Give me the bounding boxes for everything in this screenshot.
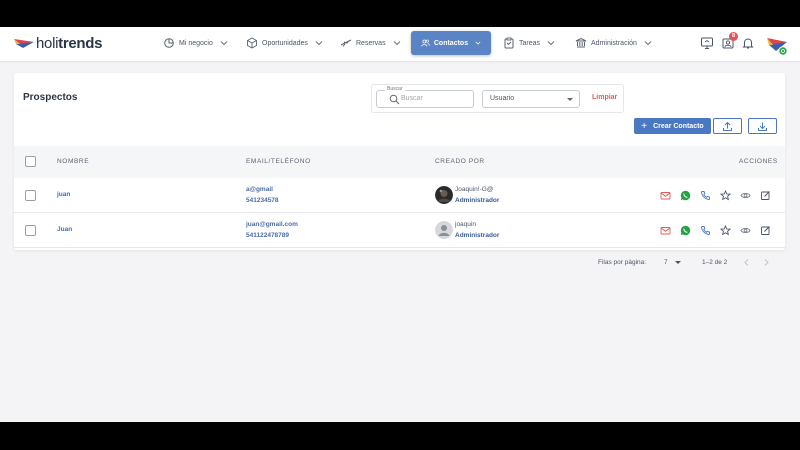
rows-per-page-value: 7 bbox=[664, 259, 668, 266]
table-header: Nombre Email/Teléfono Creado por Accione… bbox=[14, 146, 785, 178]
cube-icon bbox=[247, 37, 257, 49]
avatar-photo-icon bbox=[435, 186, 453, 204]
logo-text: holitrends bbox=[36, 34, 103, 52]
creator-avatar bbox=[435, 221, 453, 239]
creator-avatar bbox=[435, 186, 453, 204]
user-select[interactable]: Usuario bbox=[482, 90, 580, 108]
nav-administracion[interactable]: Administración bbox=[575, 31, 652, 55]
avatar-placeholder-icon bbox=[435, 221, 453, 239]
star-icon[interactable] bbox=[720, 190, 731, 201]
top-navbar: holitrends Mi negocio Oportunidades Rese… bbox=[0, 27, 800, 61]
select-all-checkbox[interactable] bbox=[25, 156, 36, 167]
whatsapp-icon[interactable] bbox=[680, 225, 691, 236]
star-icon[interactable] bbox=[720, 225, 731, 236]
table-row[interactable]: juan a@gmail 541234578 Joaquin!-G@ Admin… bbox=[14, 178, 785, 213]
create-contact-label: Crear Contacto bbox=[653, 122, 704, 130]
nav-tareas[interactable]: Tareas bbox=[503, 31, 555, 55]
nav-label: Tareas bbox=[519, 39, 541, 47]
rows-per-page-select[interactable]: 7 bbox=[664, 259, 682, 266]
user-select-value: Usuario bbox=[490, 95, 515, 102]
column-header-acciones: Acciones bbox=[739, 158, 778, 165]
creator-name: joaquin bbox=[455, 221, 476, 228]
chevron-down-icon bbox=[393, 41, 400, 46]
whatsapp-icon[interactable] bbox=[680, 190, 691, 201]
edit-icon[interactable] bbox=[760, 225, 771, 236]
pagination-range: 1–2 de 2 bbox=[702, 259, 728, 266]
logo[interactable]: holitrends bbox=[14, 33, 103, 53]
contact-name[interactable]: juan bbox=[57, 191, 70, 198]
creator-role: Administrador bbox=[455, 197, 500, 204]
rows-per-page-label: Filas por página: bbox=[598, 259, 647, 266]
phone-icon[interactable] bbox=[700, 190, 711, 201]
column-header-nombre[interactable]: Nombre bbox=[57, 158, 89, 165]
search-label: Buscar bbox=[385, 86, 405, 92]
page-title: Prospectos bbox=[23, 92, 78, 103]
row-checkbox[interactable] bbox=[25, 225, 36, 236]
logo-mark-icon bbox=[14, 39, 34, 48]
column-header-email[interactable]: Email/Teléfono bbox=[246, 158, 311, 165]
search-icon bbox=[389, 94, 400, 105]
eye-icon[interactable] bbox=[740, 225, 751, 236]
email-icon[interactable] bbox=[660, 190, 671, 201]
notification-badge: 8 bbox=[729, 32, 738, 41]
bank-icon bbox=[575, 37, 587, 48]
airplane-icon bbox=[340, 39, 352, 47]
phone-icon[interactable] bbox=[700, 225, 711, 236]
row-checkbox[interactable] bbox=[25, 190, 36, 201]
nav-label: Contactos bbox=[433, 39, 469, 47]
nav-contactos[interactable]: Contactos bbox=[411, 31, 491, 55]
download-icon bbox=[758, 122, 767, 131]
caret-down-icon bbox=[567, 98, 573, 101]
table-row[interactable]: Juan juan@gmail.com 541122478789 joaquin… bbox=[14, 213, 785, 248]
creator-role: Administrador bbox=[455, 232, 500, 239]
chevron-left-icon[interactable] bbox=[742, 258, 751, 267]
chevron-down-icon bbox=[547, 41, 555, 46]
users-icon bbox=[421, 39, 430, 47]
prospects-card: Prospectos Buscar Buscar Usuario Limpiar… bbox=[14, 73, 785, 266]
edit-icon[interactable] bbox=[760, 190, 771, 201]
contact-email[interactable]: juan@gmail.com bbox=[246, 221, 298, 228]
contact-name[interactable]: Juan bbox=[57, 226, 72, 233]
email-icon[interactable] bbox=[660, 225, 671, 236]
nav-label: Oportunidades bbox=[262, 39, 308, 47]
eye-icon[interactable] bbox=[740, 190, 751, 201]
search-placeholder: Buscar bbox=[401, 95, 423, 102]
nav-label: Administración bbox=[591, 39, 637, 47]
contact-phone[interactable]: 541234578 bbox=[246, 197, 279, 204]
monitor-icon[interactable] bbox=[700, 36, 714, 50]
plus-icon: + bbox=[641, 120, 648, 132]
creator-name: Joaquin!-G@ bbox=[455, 186, 494, 193]
chevron-down-icon bbox=[220, 41, 228, 46]
contact-phone[interactable]: 541122478789 bbox=[246, 232, 289, 239]
upload-icon bbox=[723, 121, 732, 131]
account-avatar-icon[interactable] bbox=[765, 32, 789, 56]
chevron-right-icon[interactable] bbox=[762, 258, 771, 267]
search-input[interactable]: Buscar Buscar bbox=[376, 86, 474, 108]
chevron-down-icon bbox=[315, 41, 323, 46]
nav-reservas[interactable]: Reservas bbox=[340, 31, 401, 55]
nav-label: Reservas bbox=[356, 39, 386, 47]
column-header-creado-por[interactable]: Creado por bbox=[435, 158, 485, 165]
clipboard-icon bbox=[504, 37, 514, 49]
clear-button[interactable]: Limpiar bbox=[592, 94, 617, 101]
create-contact-button[interactable]: + Crear Contacto bbox=[634, 118, 711, 134]
nav-mi-negocio[interactable]: Mi negocio bbox=[163, 31, 228, 55]
chevron-down-icon bbox=[644, 41, 652, 46]
upload-button[interactable] bbox=[713, 118, 742, 134]
nav-label: Mi negocio bbox=[179, 39, 213, 47]
download-button[interactable] bbox=[748, 118, 777, 134]
contact-email[interactable]: a@gmail bbox=[246, 186, 273, 193]
bell-icon[interactable] bbox=[741, 36, 755, 50]
filter-group: Buscar Buscar Usuario Limpiar bbox=[371, 84, 624, 113]
chevron-down-icon bbox=[475, 41, 481, 45]
nav-oportunidades[interactable]: Oportunidades bbox=[246, 31, 323, 55]
pie-chart-icon bbox=[164, 38, 174, 48]
app-screen: holitrends Mi negocio Oportunidades Rese… bbox=[0, 27, 800, 422]
caret-down-icon bbox=[675, 260, 682, 264]
